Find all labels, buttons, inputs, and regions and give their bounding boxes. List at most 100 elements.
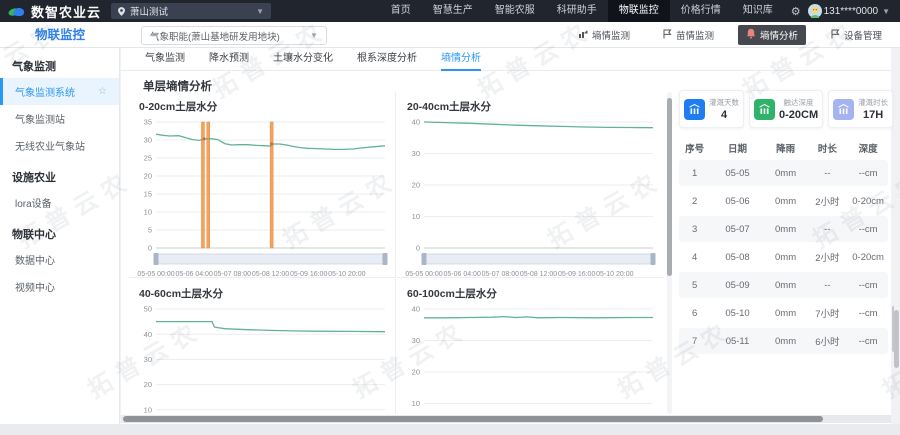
sidebar: 气象监测气象监测系统☆气象监测站无线农业气象站设施农业lora设备物联中心数据中… <box>0 48 120 424</box>
svg-text:30: 30 <box>412 149 420 158</box>
page-scrollbar-thumb[interactable] <box>894 310 899 368</box>
nav-item-智慧生产[interactable]: 智慧生产 <box>422 0 484 22</box>
nav-item-物联监控[interactable]: 物联监控 <box>608 0 670 22</box>
chart-canvas: 0102030405005-05 00:0005-06 04:0005-07 0… <box>132 303 392 414</box>
tab-降水预测[interactable]: 降水预测 <box>209 48 249 71</box>
charts-scrollbar-thumb[interactable] <box>667 98 672 276</box>
location-select[interactable]: 萧山测试 ▼ <box>111 3 271 19</box>
chart-title: 0-20cm土层水分 <box>129 92 395 114</box>
table-cell: 2小时 <box>806 194 848 208</box>
datazoom-slider[interactable] <box>424 254 653 264</box>
nav-item-科研助手[interactable]: 科研助手 <box>546 0 608 22</box>
svg-text:05-07 08:00: 05-07 08:00 <box>214 271 251 278</box>
chart-60-100cm土层水分: 60-100cm土层水分01020304005-05 00:0005-06 04… <box>397 279 664 414</box>
nav-item-首页[interactable]: 首页 <box>380 0 422 22</box>
field-selector-value: 气象职能(萧山基地研发用地块) <box>150 29 280 43</box>
nav-item-价格行情[interactable]: 价格行情 <box>670 0 732 22</box>
svg-text:05-10 20:00: 05-10 20:00 <box>596 271 633 278</box>
tab-气象监测[interactable]: 气象监测 <box>145 48 185 71</box>
event-marker-dot <box>270 142 273 145</box>
datazoom-handle-left[interactable] <box>422 253 427 265</box>
table-cell: 6 <box>679 308 710 319</box>
table-cell: 05-06 <box>710 196 764 207</box>
stat-chart-icon <box>833 99 854 120</box>
sidebar-item-数据中心[interactable]: 数据中心 <box>0 246 119 273</box>
datazoom-handle-left[interactable] <box>154 253 159 265</box>
sidebar-item-气象监测站[interactable]: 气象监测站 <box>0 105 119 132</box>
horizontal-scrollbar <box>121 415 891 423</box>
column-header-日期: 日期 <box>710 141 764 155</box>
table-cell: 4 <box>679 252 710 263</box>
moisture-line-series <box>424 122 653 128</box>
svg-text:30: 30 <box>144 355 152 364</box>
action-button-label: 墒情分析 <box>760 28 798 42</box>
datazoom-handle-right[interactable] <box>651 253 656 265</box>
svg-text:35: 35 <box>144 118 152 127</box>
sidebar-item-label: 气象监测站 <box>15 111 65 126</box>
sidebar-item-lora设备[interactable]: lora设备 <box>0 189 119 216</box>
action-button-墒情监测[interactable]: 墒情监测 <box>570 25 638 45</box>
sidebar-item-气象监测系统[interactable]: 气象监测系统 ☆ <box>0 78 119 105</box>
main-content: 气象监测降水预测土壤水分变化根系深度分析墒情分析 单层墒情分析 0-20cm土层… <box>121 48 891 424</box>
table-cell: 2 <box>679 196 710 207</box>
sidebar-section-气象监测: 气象监测 <box>0 48 119 78</box>
table-cell: 0mm <box>765 252 807 263</box>
datazoom-slider[interactable] <box>156 254 385 264</box>
svg-text:05-05 00:00: 05-05 00:00 <box>405 271 442 278</box>
nav-item-智能农服[interactable]: 智能农服 <box>484 0 546 22</box>
table-cell: 05-11 <box>710 336 764 347</box>
table-cell: 5 <box>679 280 710 291</box>
irrigation-event-bar <box>270 122 273 248</box>
table-cell: --cm <box>848 308 888 319</box>
table-cell: -- <box>806 168 848 179</box>
avatar[interactable] <box>808 4 822 18</box>
svg-text:05-06 04:00: 05-06 04:00 <box>175 271 212 278</box>
svg-text:30: 30 <box>412 336 420 345</box>
chart-canvas: 01020304005-05 00:0005-06 04:0005-07 08:… <box>400 303 660 414</box>
svg-text:05-09 16:00: 05-09 16:00 <box>558 271 595 278</box>
sidebar-item-label: 气象监测系统 <box>15 84 75 99</box>
stat-card-灌溉时长: 灌溉时长17H <box>828 90 893 128</box>
svg-text:10: 10 <box>144 405 152 414</box>
brand: 数智农业云 <box>0 2 111 21</box>
sidebar-item-视频中心[interactable]: 视频中心 <box>0 273 119 300</box>
svg-text:20: 20 <box>144 380 152 389</box>
chart-title: 60-100cm土层水分 <box>397 279 664 301</box>
action-button-苗情监测[interactable]: 苗情监测 <box>654 25 722 45</box>
brand-title: 数智农业云 <box>31 2 101 21</box>
tab-墒情分析[interactable]: 墒情分析 <box>441 48 481 71</box>
svg-text:40: 40 <box>144 330 152 339</box>
action-button-墒情分析[interactable]: 墒情分析 <box>738 25 806 45</box>
sidebar-item-label: lora设备 <box>15 195 52 210</box>
footer-strip <box>0 424 900 435</box>
event-marker-dot <box>203 137 206 140</box>
stat-text: 触达深度0-20CM <box>779 97 818 121</box>
chart-0-20cm土层水分: 0-20cm土层水分0510152025303505-05 00:0005-06… <box>129 92 396 278</box>
user-menu[interactable]: 131****0000 ▼ <box>822 6 900 17</box>
datazoom-handle-right[interactable] <box>383 253 388 265</box>
gear-icon[interactable]: ⚙ <box>784 5 808 18</box>
cloud-logo-icon <box>8 5 25 18</box>
field-selector[interactable]: 气象职能(萧山基地研发用地块) ▼ <box>141 26 327 45</box>
nav-item-知识库[interactable]: 知识库 <box>732 0 784 22</box>
tab-土壤水分变化[interactable]: 土壤水分变化 <box>273 48 333 71</box>
svg-text:05-06 04:00: 05-06 04:00 <box>443 271 480 278</box>
soil-monitor-icon <box>578 29 588 42</box>
navbar-menu: 首页智慧生产智能农服科研助手物联监控价格行情知识库 <box>380 0 784 22</box>
star-icon[interactable]: ☆ <box>98 86 107 97</box>
svg-text:10: 10 <box>144 208 152 217</box>
stat-text: 灌溉时长17H <box>858 97 888 121</box>
tab-根系深度分析[interactable]: 根系深度分析 <box>357 48 417 71</box>
stat-card-灌溉天数: 灌溉天数4 <box>679 90 744 128</box>
horizontal-scrollbar-thumb[interactable] <box>123 416 823 422</box>
table-row: 505-090mm----cm <box>679 272 888 298</box>
stat-label: 灌溉天数 <box>709 97 739 108</box>
action-button-设备管理[interactable]: 设备管理 <box>822 25 890 45</box>
svg-text:20: 20 <box>144 172 152 181</box>
action-button-label: 墒情监测 <box>592 28 630 42</box>
table-cell: 0-20cm <box>848 252 888 263</box>
table-row: 705-110mm6小时--cm <box>679 328 888 354</box>
column-header-序号: 序号 <box>679 141 710 155</box>
table-cell: 0mm <box>765 224 807 235</box>
sidebar-item-无线农业气象站[interactable]: 无线农业气象站 <box>0 132 119 159</box>
